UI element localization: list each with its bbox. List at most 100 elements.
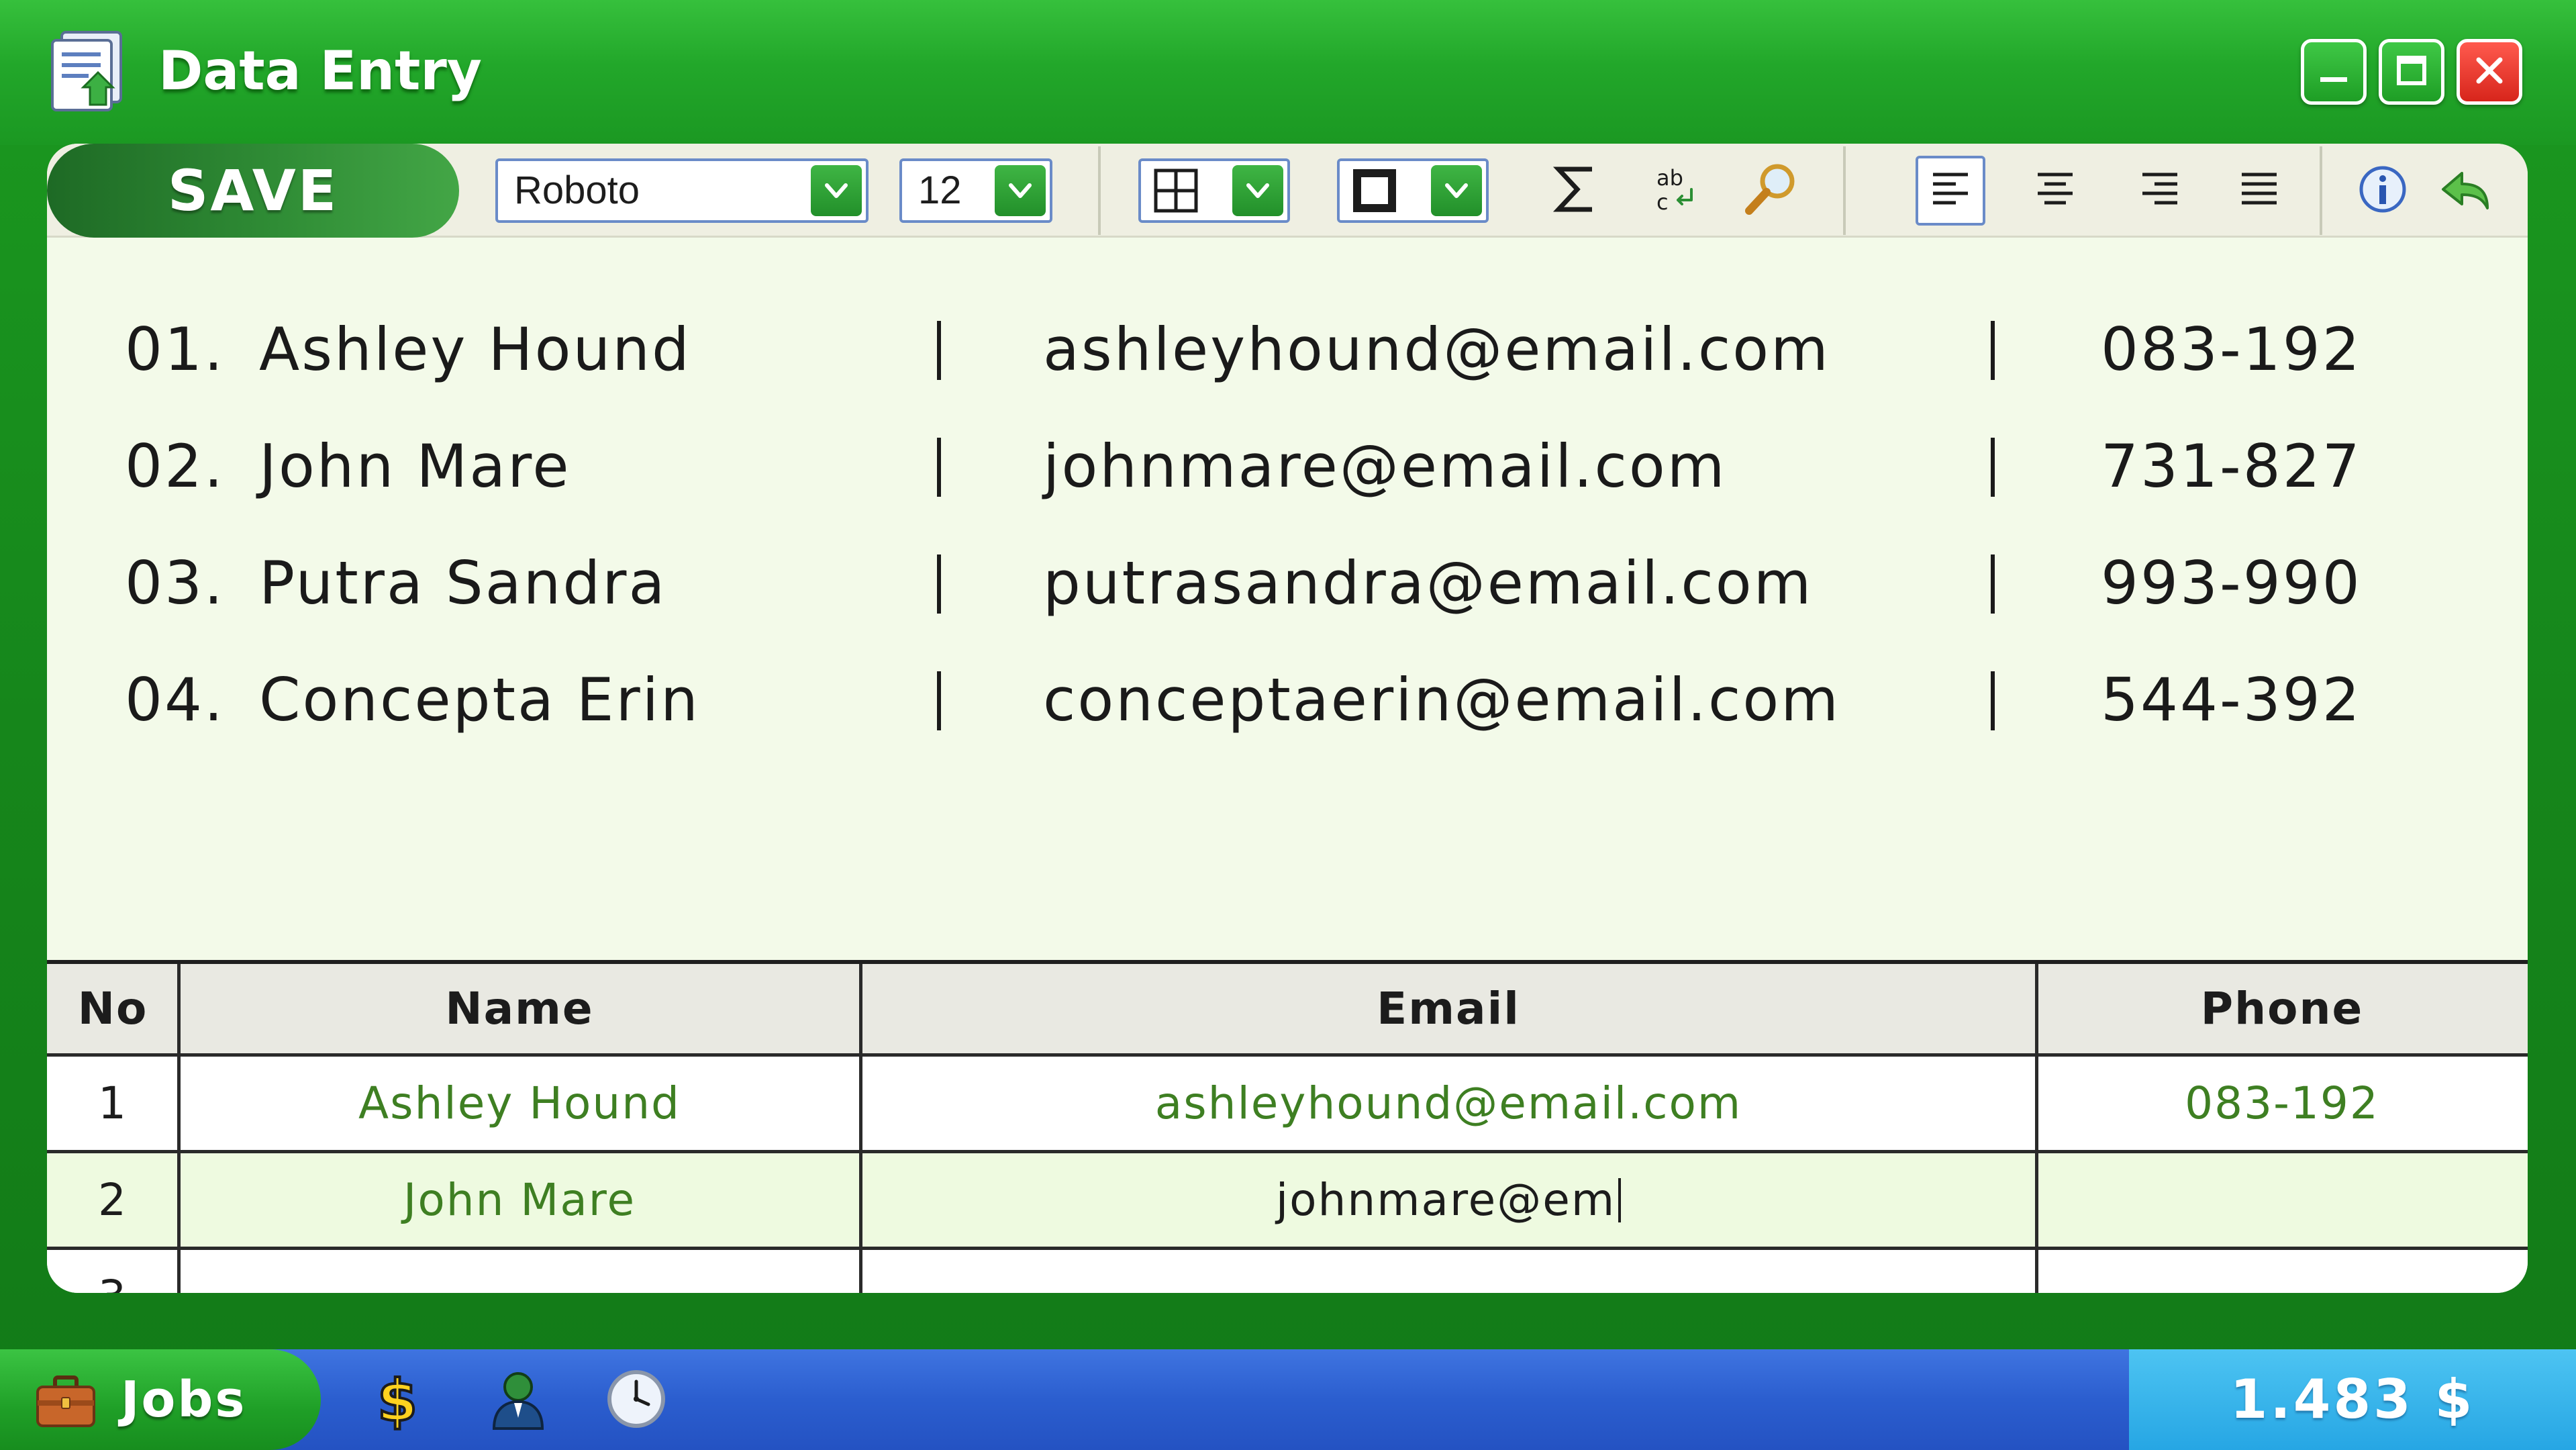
table-row: 1 Ashley Hound ashleyhound@email.com 083…	[47, 1057, 2528, 1153]
record-name: John Mare	[259, 432, 571, 501]
user-icon	[486, 1367, 550, 1434]
phone-cell[interactable]: 083-192	[2036, 1057, 2528, 1150]
clock-button[interactable]	[603, 1367, 670, 1434]
profile-button[interactable]	[485, 1367, 552, 1434]
toolbar-divider	[2320, 146, 2322, 235]
record-name: Putra Sandra	[259, 548, 667, 618]
column-separator	[1991, 671, 1995, 730]
svg-text:ab: ab	[1656, 165, 1683, 191]
column-divider	[2035, 964, 2038, 1053]
align-left-icon	[1929, 168, 1972, 213]
search-icon	[1742, 161, 1799, 220]
save-button[interactable]: SAVE	[47, 144, 459, 238]
phone-cell[interactable]	[2036, 1153, 2528, 1247]
name-cell[interactable]: Ashley Hound	[179, 1057, 860, 1150]
column-divider	[859, 1250, 862, 1293]
record-number: 03.	[125, 548, 225, 618]
balance-display: 1.483 $	[2129, 1349, 2576, 1450]
column-divider	[177, 1057, 181, 1150]
info-icon	[2357, 164, 2408, 218]
column-separator	[1991, 438, 1995, 497]
document-icon	[48, 30, 132, 113]
email-input-text: johnmare@em	[1275, 1174, 1616, 1226]
maximize-button[interactable]	[2379, 39, 2444, 105]
table-grid-select[interactable]	[1138, 158, 1290, 223]
chevron-down-icon[interactable]	[1431, 165, 1482, 216]
record-name: Ashley Hound	[259, 315, 691, 384]
column-divider	[2035, 1250, 2038, 1293]
data-entry-window: SAVE Roboto 12 ab c 01. Ashley Hound ash…	[47, 144, 2528, 1293]
finance-button[interactable]: $	[364, 1366, 431, 1436]
column-divider	[859, 1057, 862, 1150]
minimize-button[interactable]	[2301, 39, 2367, 105]
record-phone: 731-827	[2101, 432, 2362, 501]
svg-text:$: $	[377, 1367, 417, 1431]
jobs-label: Jobs	[121, 1371, 247, 1429]
border-style-select[interactable]	[1337, 158, 1489, 223]
table-row: 2 John Mare johnmare@em	[47, 1153, 2528, 1250]
align-center-icon	[2034, 168, 2077, 213]
column-divider	[177, 964, 181, 1053]
table-header-row: No Name Email Phone	[47, 964, 2528, 1057]
sum-button[interactable]	[1541, 156, 1611, 226]
spellcheck-button[interactable]: ab c	[1642, 156, 1712, 226]
record-phone: 544-392	[2101, 665, 2362, 734]
row-number-cell: 2	[98, 1174, 128, 1226]
align-justify-button[interactable]	[2224, 156, 2294, 226]
clock-icon	[604, 1367, 668, 1434]
chevron-down-icon[interactable]	[1232, 165, 1283, 216]
briefcase-icon	[34, 1368, 98, 1433]
column-separator	[1991, 321, 1995, 380]
text-cursor	[1618, 1177, 1622, 1222]
list-item: 04. Concepta Erin conceptaerin@email.com…	[47, 650, 2528, 751]
email-cell[interactable]: ashleyhound@email.com	[860, 1057, 2036, 1150]
column-header-no: No	[77, 983, 148, 1034]
info-button[interactable]	[2348, 156, 2418, 226]
column-divider	[177, 1250, 181, 1293]
align-justify-icon	[2238, 168, 2281, 213]
record-number: 04.	[125, 665, 225, 734]
jobs-button[interactable]: Jobs	[0, 1349, 321, 1450]
align-center-button[interactable]	[2020, 156, 2090, 226]
toolbar-divider	[1098, 146, 1101, 235]
column-divider	[177, 1153, 181, 1247]
toolbar: SAVE Roboto 12 ab c	[47, 144, 2528, 238]
svg-text:c: c	[1656, 189, 1669, 215]
close-icon	[2471, 52, 2508, 92]
list-item: 01. Ashley Hound ashleyhound@email.com 0…	[47, 299, 2528, 400]
align-right-icon	[2138, 168, 2181, 213]
chevron-down-icon[interactable]	[811, 165, 862, 216]
name-cell[interactable]: John Mare	[179, 1153, 860, 1247]
column-divider	[859, 1153, 862, 1247]
column-separator	[1991, 554, 1995, 614]
undo-button[interactable]	[2431, 156, 2501, 226]
column-divider	[859, 964, 862, 1053]
record-name: Concepta Erin	[259, 665, 700, 734]
align-left-button[interactable]	[1916, 156, 1985, 226]
window-title: Data Entry	[158, 40, 482, 102]
phone-cell[interactable]	[2036, 1250, 2528, 1293]
toolbar-divider	[1843, 146, 1846, 235]
taskbar: Jobs $ 1.483 $	[0, 1349, 2576, 1450]
font-family-select[interactable]: Roboto	[495, 158, 869, 223]
record-phone: 993-990	[2101, 548, 2362, 618]
chevron-down-icon[interactable]	[995, 165, 1046, 216]
column-divider	[2035, 1057, 2038, 1150]
undo-icon	[2438, 161, 2494, 220]
column-divider	[2035, 1153, 2038, 1247]
row-number-cell: 1	[98, 1077, 128, 1129]
name-cell[interactable]	[179, 1250, 860, 1293]
balance-value: 1.483 $	[2230, 1368, 2475, 1431]
column-header-name: Name	[445, 983, 594, 1034]
align-right-button[interactable]	[2125, 156, 2195, 226]
close-button[interactable]	[2457, 39, 2522, 105]
column-separator	[937, 321, 941, 380]
column-header-phone: Phone	[2200, 983, 2364, 1034]
record-email: conceptaerin@email.com	[1043, 665, 1840, 734]
font-size-select[interactable]: 12	[899, 158, 1052, 223]
search-button[interactable]	[1736, 156, 1805, 226]
email-cell[interactable]	[860, 1250, 2036, 1293]
record-number: 02.	[125, 432, 225, 501]
email-input-cell[interactable]: johnmare@em	[860, 1153, 2036, 1247]
list-item: 03. Putra Sandra putrasandra@email.com 9…	[47, 533, 2528, 634]
